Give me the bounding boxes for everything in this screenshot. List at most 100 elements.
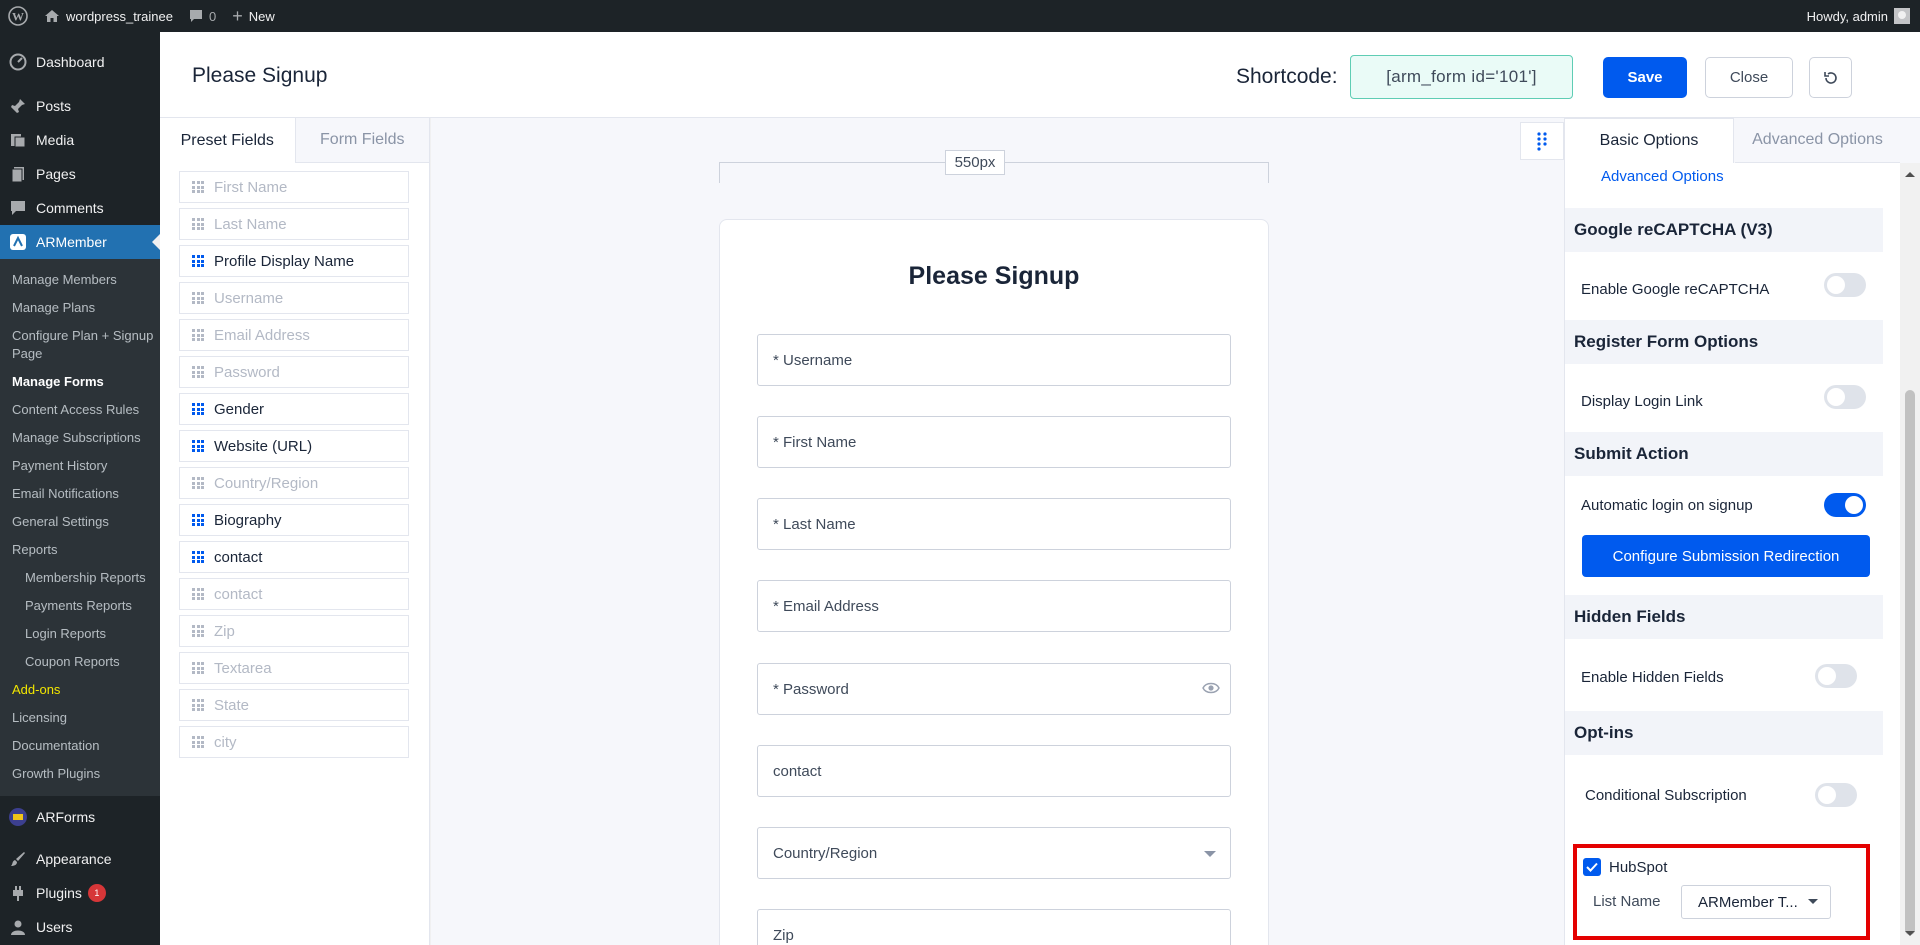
sidebar-item-armember[interactable]: ARMember [0, 225, 160, 259]
save-button[interactable]: Save [1603, 57, 1687, 98]
preset-field-item[interactable]: city [179, 726, 409, 758]
comments-link[interactable]: 0 [181, 0, 224, 32]
auto-login-toggle[interactable] [1824, 493, 1866, 517]
preset-field-item[interactable]: Country/Region [179, 467, 409, 499]
form-width-label[interactable]: 550px [945, 150, 1005, 175]
sidebar-item-appearance[interactable]: Appearance [0, 842, 160, 876]
scroll-up-icon[interactable] [1905, 167, 1915, 177]
recaptcha-toggle[interactable] [1824, 273, 1866, 297]
field-label: Zip [214, 622, 235, 640]
user-account-menu[interactable]: Howdy, admin [1799, 0, 1920, 32]
hubspot-label[interactable]: HubSpot [1609, 859, 1667, 876]
sidebar-item-plugins[interactable]: Plugins 1 [0, 876, 160, 910]
last-name-field[interactable]: * Last Name [757, 498, 1231, 550]
configure-redirection-button[interactable]: Configure Submission Redirection [1582, 535, 1870, 577]
sidebar-item-posts[interactable]: Posts [0, 89, 160, 123]
submenu-login-reports[interactable]: Login Reports [0, 620, 160, 648]
submenu-coupon-reports[interactable]: Coupon Reports [0, 648, 160, 676]
submenu-add-ons[interactable]: Add-ons [0, 676, 160, 704]
tab-form-fields[interactable]: Form Fields [295, 118, 429, 163]
section-register-form: Register Form Options [1565, 320, 1883, 364]
field-placeholder: * Email Address [773, 597, 879, 615]
submenu-configure-plan[interactable]: Configure Plan + Signup Page [0, 322, 160, 368]
contact-field[interactable]: contact [757, 745, 1231, 797]
sidebar-item-media[interactable]: Media [0, 123, 160, 157]
hidden-fields-toggle[interactable] [1815, 664, 1857, 688]
pushpin-icon [8, 96, 28, 116]
scroll-down-icon[interactable] [1905, 931, 1915, 941]
preset-field-item[interactable]: Last Name [179, 208, 409, 240]
preset-field-list: First Name Last Name Profile Display Name U… [160, 163, 429, 758]
preset-field-item[interactable]: Email Address [179, 319, 409, 351]
sidebar-item-comments[interactable]: Comments [0, 191, 160, 225]
close-button[interactable]: Close [1705, 57, 1793, 98]
submenu-payments-reports[interactable]: Payments Reports [0, 592, 160, 620]
drag-grip-icon [192, 440, 204, 452]
preset-field-item[interactable]: contact [179, 541, 409, 573]
sidebar-item-pages[interactable]: Pages [0, 157, 160, 191]
sidebar-item-users[interactable]: Users [0, 910, 160, 944]
submenu-growth-plugins[interactable]: Growth Plugins [0, 760, 160, 788]
submenu-manage-forms[interactable]: Manage Forms [0, 368, 160, 396]
submenu-reports[interactable]: Reports [0, 536, 160, 564]
submenu-licensing[interactable]: Licensing [0, 704, 160, 732]
login-link-toggle[interactable] [1824, 385, 1866, 409]
tab-basic-options[interactable]: Basic Options [1564, 118, 1734, 163]
password-field[interactable]: * Password [757, 663, 1231, 715]
conditional-subscription-toggle[interactable] [1815, 783, 1857, 807]
preset-field-item[interactable]: State [179, 689, 409, 721]
hubspot-checkbox[interactable] [1583, 858, 1601, 876]
page-title: Please Signup [192, 64, 328, 87]
drag-grip-icon [192, 551, 204, 563]
drag-grip-icon [192, 329, 204, 341]
submenu-content-access-rules[interactable]: Content Access Rules [0, 396, 160, 424]
sidebar-item-arforms[interactable]: ARForms [0, 800, 160, 834]
preset-field-item[interactable]: Biography [179, 504, 409, 536]
site-name-link[interactable]: wordpress_trainee [36, 0, 181, 32]
sidebar-item-dashboard[interactable]: Dashboard [0, 45, 160, 79]
country-region-select[interactable]: Country/Region [757, 827, 1231, 879]
email-field[interactable]: * Email Address [757, 580, 1231, 632]
advanced-options-link[interactable]: Advanced Options [1601, 168, 1724, 185]
scrollbar-thumb[interactable] [1905, 390, 1915, 935]
tab-advanced-options[interactable]: Advanced Options [1735, 118, 1900, 163]
preset-field-item[interactable]: Zip [179, 615, 409, 647]
zip-field[interactable]: Zip [757, 909, 1231, 945]
submenu-payment-history[interactable]: Payment History [0, 452, 160, 480]
tab-preset-fields[interactable]: Preset Fields [160, 118, 296, 163]
preset-field-item[interactable]: Profile Display Name [179, 245, 409, 277]
section-submit-action: Submit Action [1565, 432, 1883, 476]
selected-list: ARMember T... [1698, 893, 1798, 911]
preset-field-item[interactable]: Textarea [179, 652, 409, 684]
preset-field-item[interactable]: First Name [179, 171, 409, 203]
form-heading[interactable]: Please Signup [720, 262, 1268, 291]
field-label: Username [214, 289, 284, 307]
preset-field-item[interactable]: Website (URL) [179, 430, 409, 462]
preset-field-item[interactable]: contact [179, 578, 409, 610]
preset-field-item[interactable]: Gender [179, 393, 409, 425]
wordpress-logo-icon[interactable]: W [0, 0, 36, 32]
list-name-label: List Name [1593, 893, 1661, 910]
field-label: First Name [214, 178, 288, 196]
shortcode-field[interactable]: [arm_form id='101'] [1350, 55, 1573, 99]
eye-icon[interactable] [1202, 681, 1220, 695]
submenu-manage-plans[interactable]: Manage Plans [0, 294, 160, 322]
reset-button[interactable] [1809, 57, 1852, 98]
first-name-field[interactable]: * First Name [757, 416, 1231, 468]
field-label: Email Address [214, 326, 310, 344]
new-content-link[interactable]: + New [224, 0, 283, 32]
preset-field-item[interactable]: Password [179, 356, 409, 388]
fields-tabs: Preset Fields Form Fields [160, 118, 429, 163]
submenu-manage-members[interactable]: Manage Members [0, 266, 160, 294]
submenu-membership-reports[interactable]: Membership Reports [0, 564, 160, 592]
username-field[interactable]: * Username [757, 334, 1231, 386]
plug-icon [8, 883, 28, 903]
options-scrollbar[interactable] [1900, 163, 1920, 945]
panel-drag-handle[interactable] [1520, 122, 1564, 160]
preset-field-item[interactable]: Username [179, 282, 409, 314]
submenu-general-settings[interactable]: General Settings [0, 508, 160, 536]
submenu-manage-subscriptions[interactable]: Manage Subscriptions [0, 424, 160, 452]
submenu-documentation[interactable]: Documentation [0, 732, 160, 760]
submenu-email-notifications[interactable]: Email Notifications [0, 480, 160, 508]
list-name-select[interactable]: ARMember T... [1681, 885, 1831, 919]
